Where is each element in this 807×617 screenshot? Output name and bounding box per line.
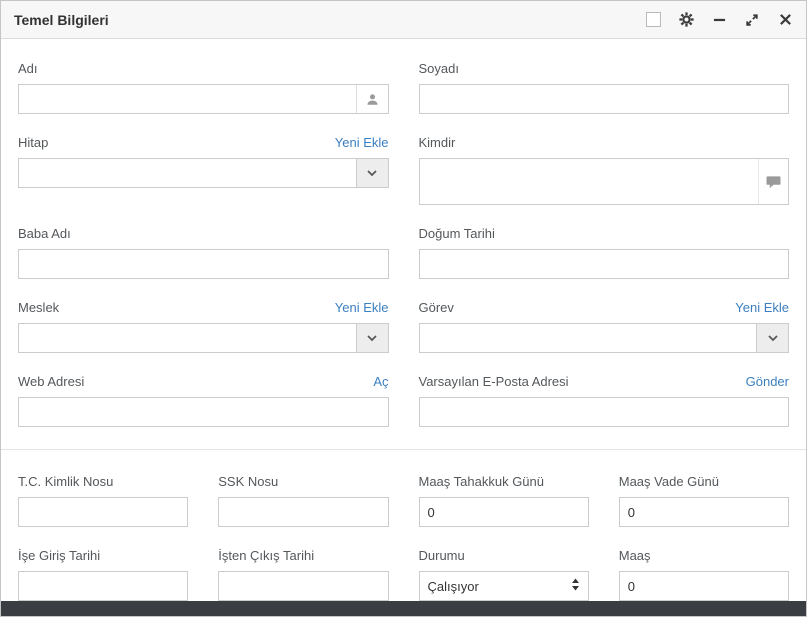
field-baba-adi: Baba Adı [18, 226, 389, 279]
field-maas: Maaş [619, 548, 789, 601]
field-soyadi: Soyadı [419, 61, 790, 114]
isten-cikis-tarihi-input[interactable] [218, 571, 388, 601]
maas-label: Maaş [619, 548, 651, 563]
gorev-yeni-ekle-link[interactable]: Yeni Ekle [735, 300, 789, 315]
gorev-select[interactable] [419, 323, 790, 353]
eposta-gonder-link[interactable]: Gönder [746, 374, 789, 389]
kimdir-textarea[interactable] [420, 159, 759, 204]
section-divider [1, 449, 806, 450]
box-icon-shape [646, 12, 661, 27]
web-adresi-input[interactable] [18, 397, 389, 427]
soyadi-input[interactable] [419, 84, 790, 114]
durumu-select-value: Çalışıyor [428, 579, 479, 594]
ise-giris-tarihi-label: İşe Giriş Tarihi [18, 548, 100, 563]
kimdir-label: Kimdir [419, 135, 456, 150]
field-tc-kimlik-nosu: T.C. Kimlik Nosu [18, 474, 188, 527]
durumu-select[interactable]: Çalışıyor [419, 571, 589, 601]
panel-header-actions [645, 12, 793, 28]
web-adresi-ac-link[interactable]: Aç [373, 374, 388, 389]
soyadi-label: Soyadı [419, 61, 459, 76]
gorev-label: Görev [419, 300, 454, 315]
field-meslek: Meslek Yeni Ekle [18, 300, 389, 353]
field-web-adresi: Web Adresi Aç [18, 374, 389, 427]
meslek-select-value[interactable] [19, 324, 356, 352]
adi-label: Adı [18, 61, 38, 76]
tc-kimlik-nosu-label: T.C. Kimlik Nosu [18, 474, 113, 489]
panel-title: Temel Bilgileri [14, 12, 109, 28]
ise-giris-tarihi-input[interactable] [18, 571, 188, 601]
hitap-yeni-ekle-link[interactable]: Yeni Ekle [335, 135, 389, 150]
baba-adi-input[interactable] [18, 249, 389, 279]
panel-header: Temel Bilgileri [1, 1, 806, 39]
maas-vade-gunu-input[interactable] [619, 497, 789, 527]
field-hitap: Hitap Yeni Ekle [18, 135, 389, 205]
chevron-down-icon[interactable] [356, 324, 388, 352]
maas-input[interactable] [619, 571, 789, 601]
close-icon[interactable] [777, 12, 793, 28]
dogum-tarihi-label: Doğum Tarihi [419, 226, 495, 241]
maas-tahakkuk-gunu-label: Maaş Tahakkuk Günü [419, 474, 545, 489]
dogum-tarihi-input[interactable] [419, 249, 790, 279]
baba-adi-label: Baba Adı [18, 226, 71, 241]
adi-input[interactable] [19, 85, 356, 113]
adi-input-group [18, 84, 389, 114]
kimdir-textarea-group [419, 158, 790, 205]
panel-body: Adı Soyadı [1, 39, 806, 601]
field-maas-vade-gunu: Maaş Vade Günü [619, 474, 789, 527]
gorev-select-value[interactable] [420, 324, 757, 352]
varsayilan-eposta-label: Varsayılan E-Posta Adresi [419, 374, 569, 389]
hitap-label: Hitap [18, 135, 48, 150]
chevron-down-icon[interactable] [356, 159, 388, 187]
maas-vade-gunu-label: Maaş Vade Günü [619, 474, 719, 489]
meslek-label: Meslek [18, 300, 59, 315]
ssk-nosu-input[interactable] [218, 497, 388, 527]
isten-cikis-tarihi-label: İşten Çıkış Tarihi [218, 548, 314, 563]
hitap-select[interactable] [18, 158, 389, 188]
temel-bilgileri-panel: Temel Bilgileri [0, 0, 807, 617]
field-maas-tahakkuk-gunu: Maaş Tahakkuk Günü [419, 474, 589, 527]
meslek-yeni-ekle-link[interactable]: Yeni Ekle [335, 300, 389, 315]
expand-icon[interactable] [744, 12, 760, 28]
chevron-down-icon[interactable] [756, 324, 788, 352]
employment-fields-grid: T.C. Kimlik Nosu SSK Nosu Maaş Tahakkuk … [18, 474, 789, 601]
field-isten-cikis-tarihi: İşten Çıkış Tarihi [218, 548, 388, 601]
box-icon[interactable] [645, 12, 661, 28]
up-down-arrows-icon [571, 578, 580, 594]
varsayilan-eposta-input[interactable] [419, 397, 790, 427]
field-ise-giris-tarihi: İşe Giriş Tarihi [18, 548, 188, 601]
durumu-label: Durumu [419, 548, 465, 563]
web-adresi-label: Web Adresi [18, 374, 84, 389]
meslek-select[interactable] [18, 323, 389, 353]
ssk-nosu-label: SSK Nosu [218, 474, 278, 489]
user-icon [356, 85, 388, 113]
main-fields-grid: Adı Soyadı [18, 61, 789, 448]
field-durumu: Durumu Çalışıyor [419, 548, 589, 601]
bottom-dark-bar [1, 601, 806, 616]
comment-icon [758, 159, 788, 204]
hitap-select-value[interactable] [19, 159, 356, 187]
field-dogum-tarihi: Doğum Tarihi [419, 226, 790, 279]
maas-tahakkuk-gunu-input[interactable] [419, 497, 589, 527]
field-gorev: Görev Yeni Ekle [419, 300, 790, 353]
field-varsayilan-eposta: Varsayılan E-Posta Adresi Gönder [419, 374, 790, 427]
field-ssk-nosu: SSK Nosu [218, 474, 388, 527]
minimize-icon[interactable] [711, 12, 727, 28]
gear-icon[interactable] [678, 12, 694, 28]
tc-kimlik-nosu-input[interactable] [18, 497, 188, 527]
field-kimdir: Kimdir [419, 135, 790, 205]
field-adi: Adı [18, 61, 389, 114]
